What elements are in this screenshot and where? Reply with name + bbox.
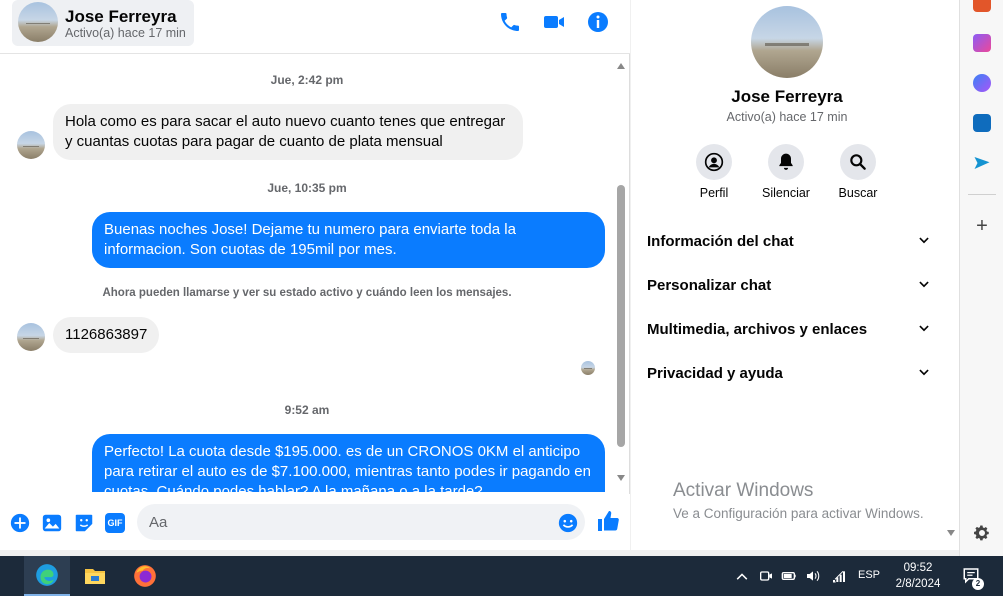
- contact-status: Activo(a) hace 17 min: [65, 26, 186, 40]
- message-scrollbar[interactable]: [614, 55, 628, 492]
- scroll-down-arrow[interactable]: [617, 475, 625, 481]
- bell-icon: [768, 144, 804, 180]
- section-customize-chat[interactable]: Personalizar chat: [647, 270, 931, 300]
- meet-now-icon[interactable]: [758, 568, 774, 584]
- section-label: Privacidad y ayuda: [647, 364, 783, 382]
- contact-avatar: [18, 2, 58, 42]
- section-label: Multimedia, archivos y enlaces: [647, 320, 868, 338]
- chevron-down-icon: [917, 278, 931, 292]
- search-icon: [840, 144, 876, 180]
- seen-indicator-avatar: [581, 361, 595, 375]
- composer: GIF: [0, 494, 630, 550]
- scroll-down-arrow[interactable]: [947, 530, 955, 536]
- contact-name: Jose Ferreyra: [65, 7, 177, 26]
- edge-icon[interactable]: [24, 556, 70, 596]
- phone-icon[interactable]: [498, 10, 522, 34]
- info-icon[interactable]: [586, 10, 610, 34]
- settings-icon[interactable]: [973, 524, 991, 542]
- mute-label: Silenciar: [762, 186, 810, 200]
- chevron-up-icon[interactable]: [734, 568, 750, 584]
- chat-header: Jose Ferreyra Activo(a) hace 17 min: [0, 0, 630, 54]
- clock-date: 2/8/2024: [895, 578, 941, 590]
- volume-icon[interactable]: [805, 568, 821, 584]
- copilot-icon[interactable]: [973, 74, 991, 92]
- sidebar-divider: [968, 194, 996, 195]
- chevron-down-icon: [917, 234, 931, 248]
- watermark-subtitle: Ve a Configuración para activar Windows.: [673, 506, 924, 521]
- section-chat-info[interactable]: Información del chat: [647, 226, 931, 256]
- search-label: Buscar: [838, 186, 878, 200]
- message-list[interactable]: Jue, 2:42 pm Hola como es para sacar el …: [0, 55, 614, 492]
- toolbox-icon[interactable]: [973, 0, 991, 12]
- games-icon[interactable]: [973, 34, 991, 52]
- taskbar: ESP 09:52 2/8/2024: [0, 556, 1003, 596]
- chevron-down-icon: [917, 322, 931, 336]
- timestamp: Jue, 2:42 pm: [270, 73, 344, 87]
- screen: Jose Ferreyra Activo(a) hace 17 min Jue,…: [0, 0, 1003, 596]
- incoming-message[interactable]: Hola como es para sacar el auto nuevo cu…: [53, 104, 523, 160]
- profile-status: Activo(a) hace 17 min: [726, 110, 848, 124]
- timestamp: 9:52 am: [284, 403, 330, 417]
- clock-time: 09:52: [903, 562, 933, 574]
- file-explorer-icon[interactable]: [72, 556, 118, 596]
- section-media-files-links[interactable]: Multimedia, archivos y enlaces: [647, 314, 931, 344]
- section-label: Personalizar chat: [647, 276, 772, 294]
- video-icon[interactable]: [542, 10, 566, 34]
- profile-label: Perfil: [699, 186, 729, 200]
- language-indicator[interactable]: ESP: [858, 569, 880, 581]
- clock[interactable]: 09:52 2/8/2024: [888, 560, 948, 592]
- outgoing-message[interactable]: Perfecto! La cuota desde $195.000. es de…: [92, 434, 605, 492]
- sender-avatar: [17, 131, 45, 159]
- outlook-icon[interactable]: [973, 114, 991, 132]
- network-icon[interactable]: [831, 568, 847, 584]
- chevron-down-icon: [917, 366, 931, 380]
- contact-header-button[interactable]: Jose Ferreyra Activo(a) hace 17 min: [12, 0, 194, 46]
- scroll-up-arrow[interactable]: [617, 63, 625, 69]
- add-icon[interactable]: +: [973, 216, 991, 236]
- battery-icon[interactable]: [781, 568, 797, 584]
- message-input[interactable]: [137, 504, 585, 540]
- incoming-message[interactable]: 1126863897: [53, 317, 160, 353]
- emoji-icon[interactable]: [557, 512, 579, 534]
- watermark-title: Activar Windows: [673, 480, 814, 501]
- sticker-icon[interactable]: [73, 512, 95, 534]
- gif-icon[interactable]: GIF: [105, 513, 125, 533]
- notification-count-badge: 2: [972, 578, 984, 590]
- send-icon[interactable]: [973, 154, 991, 172]
- thumbs-up-icon[interactable]: [596, 509, 620, 533]
- outgoing-message[interactable]: Buenas noches Jose! Dejame tu numero par…: [92, 212, 605, 268]
- windows-activation-watermark: Activar Windows Ve a Configuración para …: [673, 480, 963, 521]
- plus-circle-icon[interactable]: [9, 512, 31, 534]
- timestamp: Jue, 10:35 pm: [267, 181, 347, 195]
- firefox-icon[interactable]: [122, 556, 168, 596]
- chat-pane: Jose Ferreyra Activo(a) hace 17 min Jue,…: [0, 0, 630, 550]
- profile-name: Jose Ferreyra: [731, 87, 843, 106]
- conversation-info-pane: Jose Ferreyra Activo(a) hace 17 min Perf…: [631, 0, 959, 550]
- section-label: Información del chat: [647, 232, 794, 250]
- mute-button[interactable]: Silenciar: [751, 144, 821, 200]
- search-button[interactable]: Buscar: [823, 144, 893, 200]
- profile-icon: [696, 144, 732, 180]
- profile-avatar[interactable]: [751, 6, 823, 78]
- scroll-thumb[interactable]: [617, 185, 625, 447]
- sender-avatar: [17, 323, 45, 351]
- profile-button[interactable]: Perfil: [679, 144, 749, 200]
- system-notice: Ahora pueden llamarse y ver su estado ac…: [102, 287, 512, 299]
- browser-sidebar: +: [959, 0, 1003, 556]
- image-icon[interactable]: [41, 512, 63, 534]
- section-privacy-help[interactable]: Privacidad y ayuda: [647, 358, 931, 388]
